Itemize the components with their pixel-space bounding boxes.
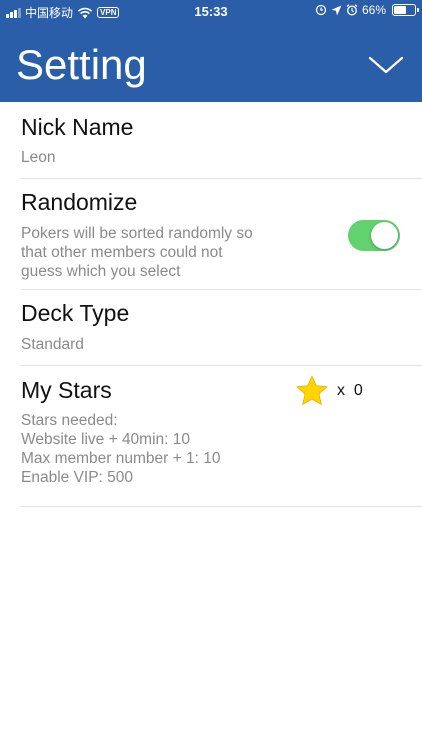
- stars-detail-line: Stars needed:: [21, 412, 118, 429]
- randomize-title: Randomize: [21, 189, 138, 215]
- nickname-value: Leon: [21, 149, 56, 166]
- battery-icon: [392, 4, 419, 16]
- randomize-toggle[interactable]: [348, 220, 400, 251]
- page-title: Setting: [16, 41, 147, 88]
- stars-detail-line: Max member number + 1: 10: [21, 450, 221, 467]
- deck-type-row[interactable]: Deck Type Standard: [21, 290, 422, 366]
- stars-counter: x 0: [295, 374, 363, 408]
- toggle-knob: [371, 222, 398, 249]
- randomize-description-line: that other members could not: [21, 244, 223, 261]
- stars-count: x 0: [337, 382, 363, 399]
- status-right: 66%: [315, 3, 419, 17]
- nickname-title: Nick Name: [21, 114, 134, 140]
- randomize-description-line: guess which you select: [21, 263, 181, 280]
- chevron-down-icon[interactable]: [368, 50, 404, 80]
- my-stars-title: My Stars: [21, 377, 112, 403]
- deck-type-title: Deck Type: [21, 300, 130, 326]
- star-icon: [296, 375, 328, 405]
- header: 中国移动 VPN 15:33 66% Setting: [0, 0, 422, 102]
- settings-screen: 中国移动 VPN 15:33 66% Setting Nick Name Leo…: [0, 0, 422, 750]
- randomize-description-line: Pokers will be sorted randomly so: [21, 225, 253, 242]
- status-bar: 中国移动 VPN 15:33 66%: [0, 0, 422, 22]
- my-stars-row: My Stars x 0 Stars needed: Website live …: [21, 366, 422, 507]
- nickname-row[interactable]: Nick Name Leon: [21, 102, 422, 179]
- alarm-icon: [346, 4, 358, 16]
- location-lock-icon: [315, 4, 327, 16]
- stars-detail-line: Enable VIP: 500: [21, 469, 134, 486]
- battery-percent: 66%: [361, 3, 386, 17]
- randomize-description: Pokers will be sorted randomly so that o…: [21, 224, 301, 281]
- stars-detail-line: Website live + 40min: 10: [21, 431, 191, 448]
- location-icon: [331, 5, 342, 15]
- randomize-row: Randomize Pokers will be sorted randomly…: [21, 179, 422, 290]
- deck-type-value: Standard: [21, 336, 84, 353]
- stars-details: Stars needed: Website live + 40min: 10 M…: [21, 411, 220, 487]
